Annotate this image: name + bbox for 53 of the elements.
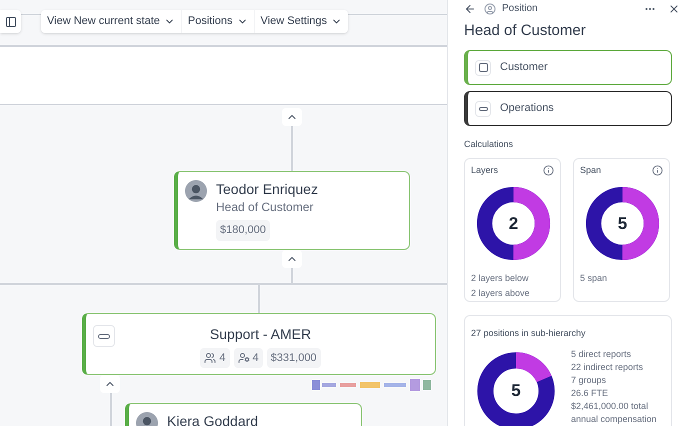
info-icon [652, 164, 663, 176]
group-card[interactable]: Support - AMER 4 4 $331,000 [82, 313, 436, 375]
sidebar-icon [4, 16, 16, 28]
close-icon [668, 2, 680, 14]
toolbar-menu[interactable]: Positions [180, 10, 254, 33]
person-icon [484, 2, 496, 14]
collapse-button[interactable] [282, 108, 302, 126]
avatar [185, 180, 207, 202]
panel-title: Head of Customer [464, 21, 587, 41]
metric-label: Layers [471, 164, 498, 177]
unit-label: Operations [500, 101, 554, 116]
summary-label: 27 positions in sub-hierarchy [471, 328, 586, 338]
unit-card[interactable]: Customer [464, 50, 672, 85]
donut-value: 2 [508, 212, 520, 235]
metric-detail: 2 layers below [471, 272, 530, 285]
person-card[interactable]: Teodor Enriquez Head of Customer $180,000 [174, 171, 410, 250]
group-name: Support - AMER [210, 325, 312, 344]
metric-detail: 2 layers above [471, 287, 531, 300]
sidebar-toggle-button[interactable] [0, 10, 21, 33]
panel-header: Position [502, 2, 538, 16]
stat-value: 4 [252, 350, 259, 366]
donut-value: 5 [616, 212, 628, 235]
person-card[interactable]: Kiera Goddard [125, 403, 362, 426]
metric-label: Span [580, 164, 602, 177]
toolbar-menu[interactable]: View Settings [254, 10, 348, 33]
summary-detail: 22 indirect reports [571, 360, 644, 374]
person-icon [238, 352, 250, 364]
donut-value: 5 [510, 380, 522, 402]
summary-detail: 26.6 FTE [571, 386, 610, 400]
toolbar-menu[interactable]: View New current state [41, 10, 181, 33]
salary-tag: $180,000 [216, 220, 270, 240]
department-icon [475, 60, 491, 76]
stat-value: 4 [219, 350, 226, 366]
summary-detail: $2,461,000.00 total annual compensation [571, 400, 658, 426]
person-name: Kiera Goddard [167, 412, 258, 426]
people-icon [204, 352, 216, 364]
stat-value: $331,000 [270, 350, 317, 366]
close-button[interactable] [668, 2, 680, 14]
section-label: Calculations [464, 138, 514, 151]
collapse-button[interactable] [100, 375, 120, 393]
group-icon [93, 325, 115, 347]
back-icon [464, 2, 476, 14]
person-name: Teodor Enriquez [216, 180, 318, 198]
summary-detail: 5 direct reports [571, 348, 632, 360]
unit-label: Customer [500, 60, 548, 76]
unit-card[interactable]: Operations [464, 91, 672, 126]
team-icon [475, 100, 491, 116]
back-button[interactable] [464, 2, 476, 14]
person-title: Head of Customer [216, 199, 314, 216]
info-icon [543, 164, 554, 176]
collapse-button[interactable] [282, 250, 302, 268]
summary-detail: 7 groups [571, 374, 608, 386]
metric-detail: 5 span [580, 272, 608, 285]
